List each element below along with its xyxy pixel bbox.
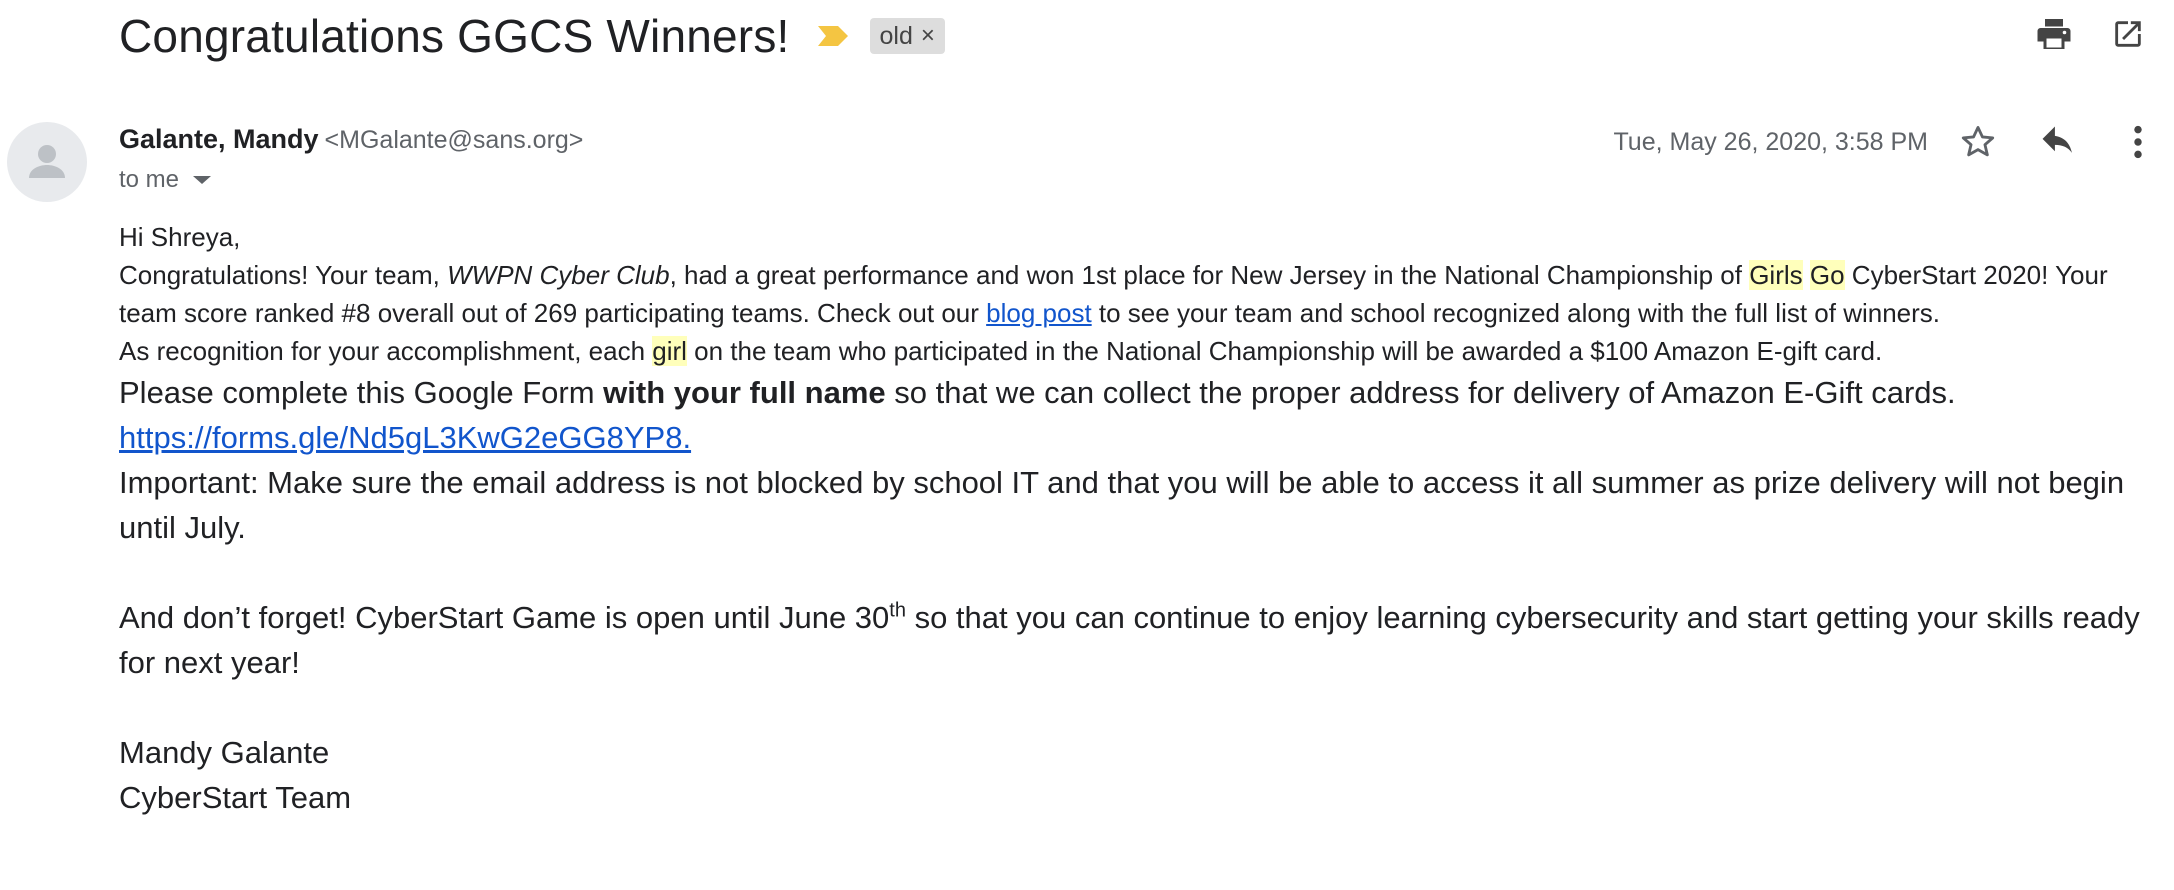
sender-row: Galante, Mandy <MGalante@sans.org> xyxy=(119,124,583,155)
paragraph-5: And don’t forget! CyberStart Game is ope… xyxy=(119,599,2140,680)
sender-email: <MGalante@sans.org> xyxy=(324,126,584,154)
open-in-new-window-icon[interactable] xyxy=(2108,14,2148,54)
team-name: WWPN Cyber Club xyxy=(447,260,670,290)
highlight-go: Go xyxy=(1809,260,1845,290)
message-meta: Tue, May 26, 2020, 3:58 PM xyxy=(1613,118,2174,166)
label-chip-text: old xyxy=(879,21,913,50)
message-body: Hi Shreya, Congratulations! Your team, W… xyxy=(119,218,2159,820)
signature-team: CyberStart Team xyxy=(119,780,352,815)
blog-post-link[interactable]: blog post xyxy=(986,298,1092,328)
top-actions xyxy=(2034,14,2148,54)
label-chip-old[interactable]: old × xyxy=(869,18,945,54)
reply-icon[interactable] xyxy=(2038,122,2078,162)
paragraph-2: As recognition for your accomplishment, … xyxy=(119,336,1883,366)
paragraph-1: Congratulations! Your team, WWPN Cyber C… xyxy=(119,260,2108,328)
recipient-row[interactable]: to me xyxy=(119,166,212,194)
email-subject: Congratulations GGCS Winners! xyxy=(119,10,790,62)
default-avatar-icon xyxy=(7,122,87,202)
chevron-down-icon[interactable] xyxy=(193,176,212,184)
subject-row: Congratulations GGCS Winners! old × xyxy=(119,6,945,66)
bold-full-name: with your full name xyxy=(603,375,886,410)
star-icon[interactable] xyxy=(1958,122,1998,162)
print-icon[interactable] xyxy=(2034,14,2074,54)
signature-name: Mandy Galante xyxy=(119,735,330,770)
google-form-link[interactable]: https://forms.gle/Nd5gL3KwG2eGG8YP8. xyxy=(119,420,691,455)
importance-marker-icon[interactable] xyxy=(816,24,850,48)
greeting: Hi Shreya, xyxy=(119,222,241,252)
highlight-girl: girl xyxy=(652,336,687,366)
paragraph-4: Important: Make sure the email address i… xyxy=(119,465,2125,545)
more-vert-icon[interactable] xyxy=(2118,122,2158,162)
remove-label-icon[interactable]: × xyxy=(921,22,935,50)
paragraph-3: Please complete this Google Form with yo… xyxy=(119,375,1956,455)
message-date: Tue, May 26, 2020, 3:58 PM xyxy=(1613,127,1928,156)
sender-name[interactable]: Galante, Mandy xyxy=(119,124,319,155)
highlight-girls: Girls xyxy=(1749,260,1803,290)
recipient-label: to me xyxy=(119,166,180,193)
